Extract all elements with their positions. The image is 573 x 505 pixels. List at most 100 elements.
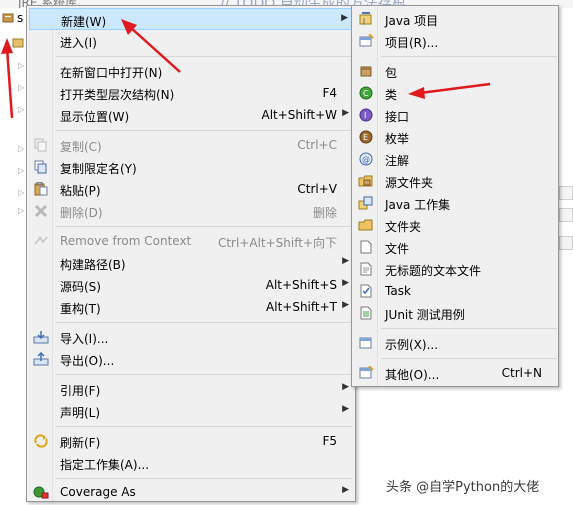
source-folder-icon xyxy=(358,175,373,187)
menu-item-label: 文件夹 xyxy=(385,220,422,234)
menu-item-label: Java 工作集 xyxy=(385,198,451,212)
submenu-arrow-icon: ▶ xyxy=(342,404,349,414)
tree-expand-icon[interactable]: ▷ xyxy=(18,106,24,114)
menu-item-label: 源码(S) xyxy=(60,280,101,294)
menu-item-open-new-window[interactable]: 在新窗口中打开(N) xyxy=(29,60,355,82)
tree-expand-icon[interactable]: ▷ xyxy=(18,207,24,215)
submenu-item-task[interactable]: Task xyxy=(354,280,558,302)
menu-separator xyxy=(56,478,352,479)
paste-icon xyxy=(34,182,48,196)
submenu-item-other[interactable]: 其他(O)... Ctrl+N xyxy=(354,362,558,384)
package-explorer-tree: s ▷ ▷ ▷ ▷ ▷ ▷ ▷ xyxy=(0,8,26,505)
menu-item-label: 重构(T) xyxy=(60,302,101,316)
menu-item-refresh[interactable]: 刷新(F) F5 xyxy=(29,430,355,452)
submenu-item-annotation[interactable]: @ 注解 xyxy=(354,148,558,170)
submenu-item-interface[interactable]: I 接口 xyxy=(354,104,558,126)
java-project-icon: J xyxy=(359,12,372,25)
menu-item-label: 刷新(F) xyxy=(60,436,101,450)
menu-item-build-path[interactable]: 构建路径(B) ▶ xyxy=(29,252,355,274)
menu-item-label: 其他(O)... xyxy=(385,368,440,382)
menu-separator xyxy=(56,56,352,57)
menu-item-delete[interactable]: 删除(D) 删除 xyxy=(29,200,355,222)
tree-expand-icon[interactable]: ▷ xyxy=(18,145,24,153)
submenu-item-package[interactable]: 包 xyxy=(354,60,558,82)
menu-item-label: Task xyxy=(385,284,411,298)
menu-item-source[interactable]: 源码(S) Alt+Shift+S ▶ xyxy=(29,274,355,296)
menu-item-label: 包 xyxy=(385,66,398,80)
menu-item-label: 进入(I) xyxy=(60,36,97,50)
background-editor-edge xyxy=(558,180,573,260)
menu-item-paste[interactable]: 粘贴(P) Ctrl+V xyxy=(29,178,355,200)
background-tab xyxy=(559,208,573,222)
submenu-item-junit-test-case[interactable]: JUnit 测试用例 xyxy=(354,302,558,324)
submenu-arrow-icon: ▶ xyxy=(342,108,349,118)
tree-expand-icon[interactable]: ▷ xyxy=(18,62,24,70)
menu-item-label: 复制限定名(Y) xyxy=(60,162,137,176)
tree-expand-icon[interactable]: ▷ xyxy=(18,189,24,197)
menu-item-show-in[interactable]: 显示位置(W) Alt+Shift+W ▶ xyxy=(29,104,355,126)
class-icon: C xyxy=(359,86,373,100)
menu-item-coverage-as[interactable]: Coverage As ▶ xyxy=(29,481,355,503)
menu-item-new[interactable]: 新建(W) ▶ xyxy=(29,8,355,30)
menu-item-shortcut: Ctrl+N xyxy=(501,366,542,380)
menu-item-open-type-hierarchy[interactable]: 打开类型层次结构(N) F4 xyxy=(29,82,355,104)
menu-item-label: 新建(W) xyxy=(61,15,107,29)
menu-item-shortcut: Ctrl+Alt+Shift+向下 xyxy=(217,236,337,250)
menu-item-declarations[interactable]: 声明(L) ▶ xyxy=(29,400,355,422)
remove-context-icon xyxy=(34,236,48,245)
submenu-item-untitled-text-file[interactable]: 无标题的文本文件 xyxy=(354,258,558,280)
menu-item-label: 引用(F) xyxy=(60,384,101,398)
submenu-item-java-working-set[interactable]: Java 工作集 xyxy=(354,192,558,214)
project-icon xyxy=(359,34,374,47)
menu-separator xyxy=(56,226,352,227)
import-icon xyxy=(33,331,49,344)
menu-separator xyxy=(56,426,352,427)
submenu-item-project[interactable]: 项目(R)... xyxy=(354,30,558,52)
svg-text:C: C xyxy=(363,89,369,98)
coverage-icon xyxy=(33,486,49,499)
submenu-item-enum[interactable]: E 枚举 xyxy=(354,126,558,148)
annotation-icon: @ xyxy=(359,152,373,166)
menu-item-label: 指定工作集(A)... xyxy=(60,458,150,472)
menu-item-label: 接口 xyxy=(385,110,410,124)
menu-item-refactor[interactable]: 重构(T) Alt+Shift+T ▶ xyxy=(29,296,355,318)
menu-item-label: 枚举 xyxy=(385,132,410,146)
tree-expand-icon[interactable]: ▷ xyxy=(18,167,24,175)
menu-item-shortcut: Ctrl+V xyxy=(297,182,337,196)
enum-icon: E xyxy=(359,130,373,144)
menu-item-go-into[interactable]: 进入(I) xyxy=(29,30,355,52)
menu-item-copy-qualified-name[interactable]: 复制限定名(Y) xyxy=(29,156,355,178)
menu-item-import[interactable]: 导入(I)... xyxy=(29,326,355,348)
menu-item-references[interactable]: 引用(F) ▶ xyxy=(29,378,355,400)
menu-item-label: 无标题的文本文件 xyxy=(385,264,482,278)
menu-item-remove-from-context[interactable]: Remove from Context Ctrl+Alt+Shift+向下 xyxy=(29,230,355,252)
menu-item-label: 显示位置(W) xyxy=(60,110,130,124)
menu-item-copy[interactable]: 复制(C) Ctrl+C xyxy=(29,134,355,156)
menu-item-label: 声明(L) xyxy=(60,406,101,420)
menu-item-export[interactable]: 导出(O)... xyxy=(29,348,355,370)
submenu-arrow-icon: ▶ xyxy=(342,382,349,392)
menu-item-assign-working-sets[interactable]: 指定工作集(A)... xyxy=(29,452,355,474)
menu-item-label: Remove from Context xyxy=(60,234,192,248)
delete-icon xyxy=(34,204,48,218)
menu-separator xyxy=(381,56,557,57)
submenu-item-java-project[interactable]: J Java 项目 xyxy=(354,8,558,30)
submenu-item-file[interactable]: 文件 xyxy=(354,236,558,258)
untitled-text-file-icon xyxy=(360,262,372,276)
svg-text:I: I xyxy=(364,111,366,120)
tree-expand-icon[interactable]: ▷ xyxy=(18,84,24,92)
submenu-item-source-folder[interactable]: 源文件夹 xyxy=(354,170,558,192)
context-menu: 新建(W) ▶ 进入(I) 在新窗口中打开(N) 打开类型层次结构(N) F4 … xyxy=(26,5,356,502)
example-icon xyxy=(359,337,372,349)
watermark: 头条 @自学Python的大佬 xyxy=(386,480,540,495)
tree-project-label: s xyxy=(17,11,24,25)
menu-item-label: 导出(O)... xyxy=(60,354,115,368)
menu-item-label: JUnit 测试用例 xyxy=(385,308,465,322)
submenu-item-example[interactable]: 示例(X)... xyxy=(354,332,558,354)
svg-text:J: J xyxy=(362,17,365,25)
copy-icon xyxy=(34,138,47,152)
submenu-item-class[interactable]: C 类 xyxy=(354,82,558,104)
junit-test-icon xyxy=(360,306,372,320)
project-node-icon xyxy=(12,38,24,48)
submenu-item-folder[interactable]: 文件夹 xyxy=(354,214,558,236)
